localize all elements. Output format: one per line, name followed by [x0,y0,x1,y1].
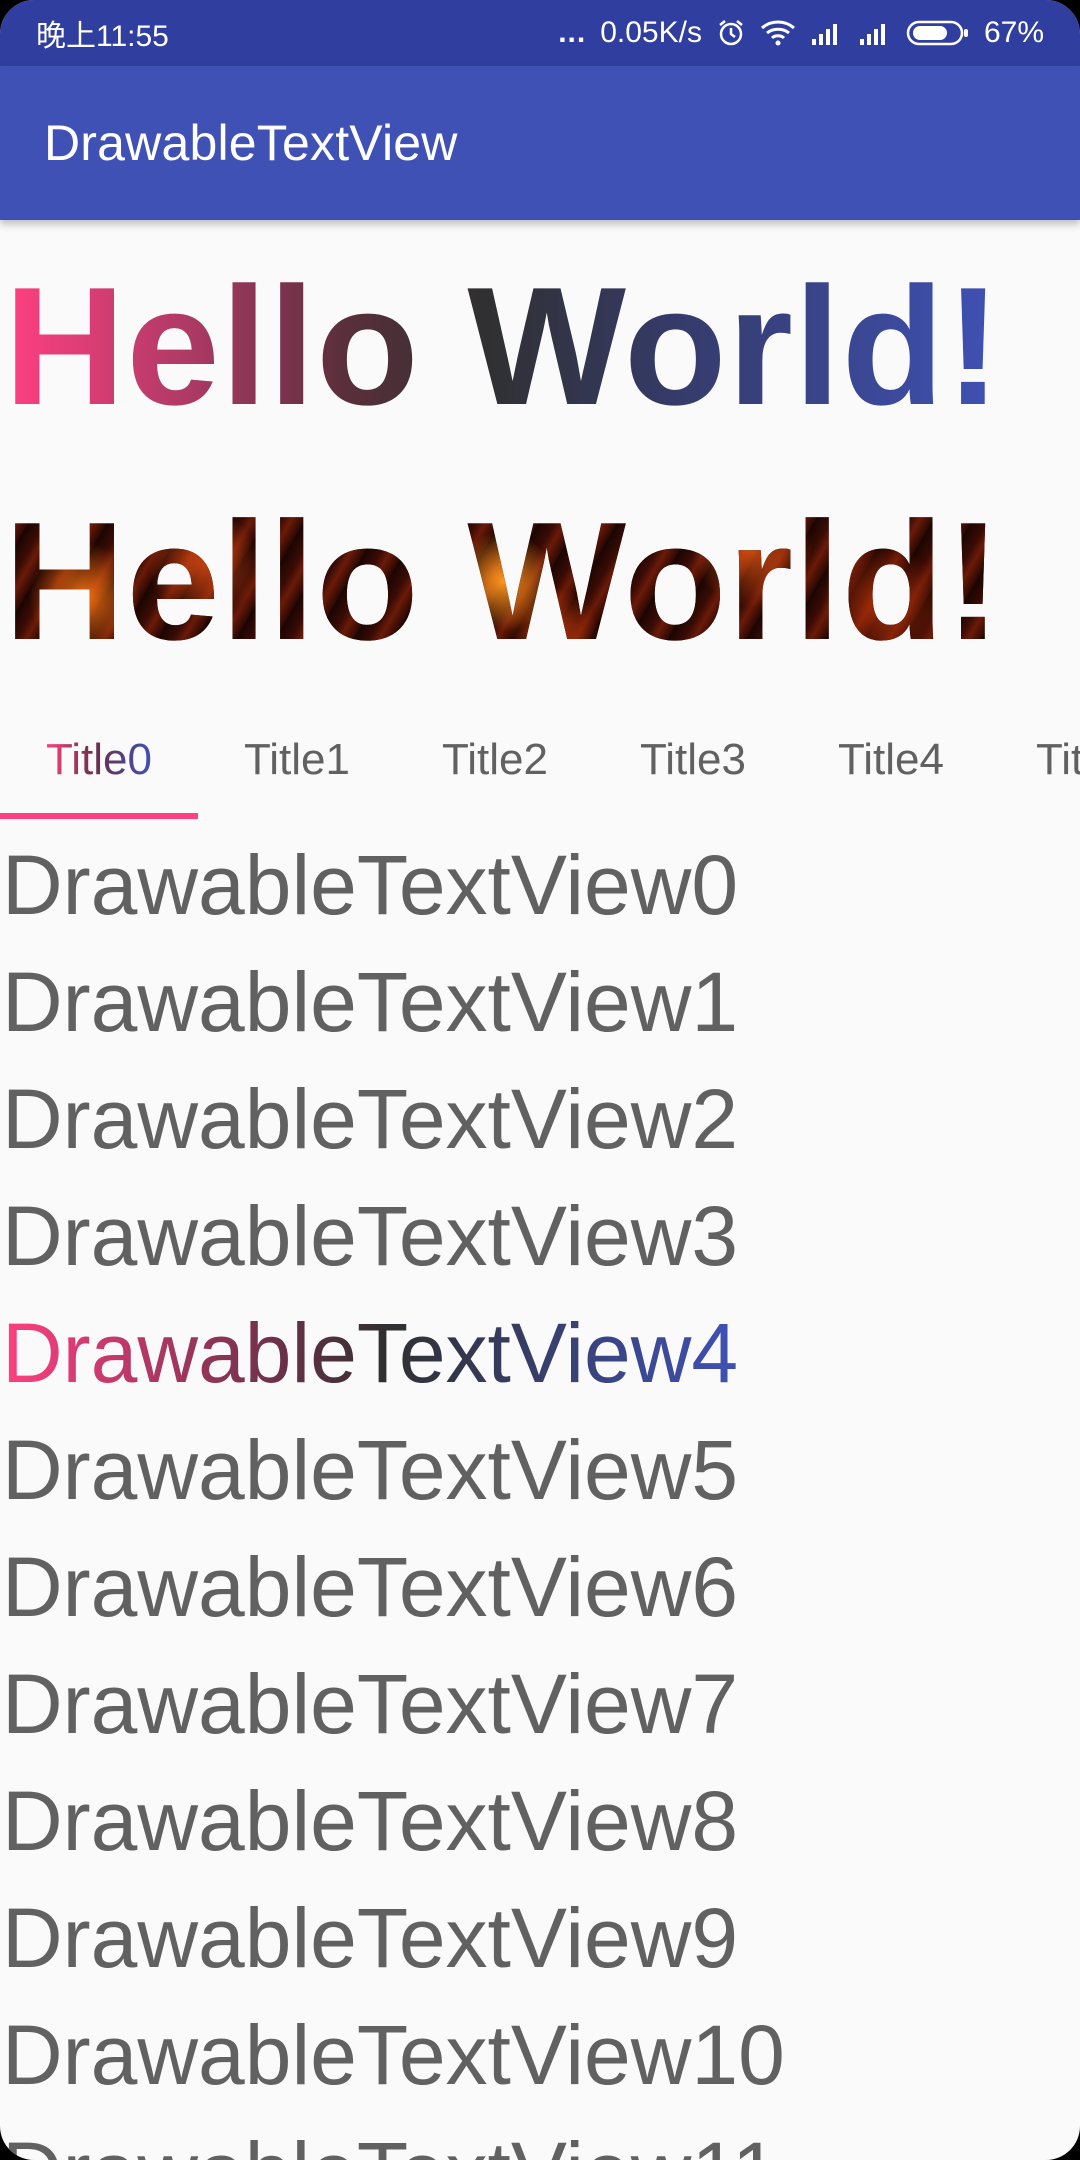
signal-icon [810,19,844,47]
app-toolbar: DrawableTextView [0,66,1080,220]
list-item[interactable]: DrawableTextView5 [0,1411,1080,1528]
tab-title2[interactable]: Title2 [396,700,594,820]
list-item[interactable]: DrawableTextView0 [0,826,1080,943]
list-item[interactable]: DrawableTextView1 [0,943,1080,1060]
alarm-icon [716,18,746,48]
signal-icon-2 [858,19,892,47]
app-screen: 晚上11:55 ... 0.05K/s 67% DrawableTextView [0,0,1080,2160]
list-item[interactable]: DrawableTextView7 [0,1645,1080,1762]
tab-title5[interactable]: Title5 [990,700,1080,820]
tab-label: Title5 [1036,735,1080,784]
drawable-list[interactable]: DrawableTextView0 DrawableTextView1 Draw… [0,826,1080,2160]
list-item[interactable]: DrawableTextView11 [0,2113,1080,2160]
list-item-highlighted[interactable]: DrawableTextView4 [0,1294,1080,1411]
tab-indicator [0,813,198,819]
tab-title4[interactable]: Title4 [792,700,990,820]
list-item[interactable]: DrawableTextView9 [0,1879,1080,1996]
list-item-label: DrawableTextView4 [2,1305,739,1400]
hello-gradient-text: Hello World! [4,252,1003,440]
list-item[interactable]: DrawableTextView10 [0,1996,1080,2113]
tab-label: Title0 [46,735,152,784]
tab-bar: Title0 Title1 Title2 Title3 Title4 Title… [0,700,1080,820]
tab-label: Title3 [640,735,746,784]
status-bar: 晚上11:55 ... 0.05K/s 67% [0,0,1080,66]
tab-title3[interactable]: Title3 [594,700,792,820]
list-item[interactable]: DrawableTextView6 [0,1528,1080,1645]
wifi-icon [760,18,796,48]
network-speed: 0.05K/s [600,16,702,49]
battery-icon [906,18,970,48]
tab-label: Title4 [838,735,944,784]
tab-label: Title2 [442,735,548,784]
tab-title1[interactable]: Title1 [198,700,396,820]
status-icons: ... 0.05K/s 67% [558,16,1044,50]
list-item[interactable]: DrawableTextView3 [0,1177,1080,1294]
battery-percent: 67% [983,16,1044,49]
status-time: 晚上11:55 [36,20,169,53]
toolbar-title: DrawableTextView [44,115,458,171]
list-item[interactable]: DrawableTextView2 [0,1060,1080,1177]
tab-label: Title1 [244,735,350,784]
notification-dots-icon: ... [558,16,587,49]
tab-title0[interactable]: Title0 [0,700,198,820]
list-item[interactable]: DrawableTextView8 [0,1762,1080,1879]
hello-image-text: Hello World! [4,487,1003,675]
